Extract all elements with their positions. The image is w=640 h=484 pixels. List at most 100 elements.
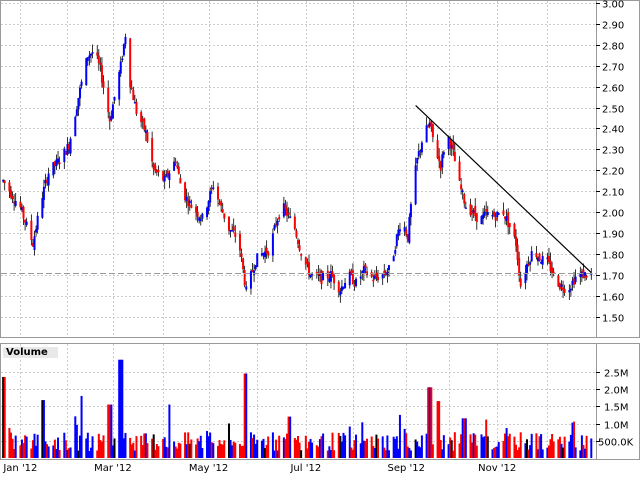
price-bar <box>256 253 259 267</box>
price-bar <box>42 186 45 200</box>
volume-bar <box>398 414 401 458</box>
volume-tick-label: 2.0M <box>604 386 629 397</box>
volume-bar <box>508 433 511 458</box>
price-bar <box>295 230 298 238</box>
volume-bar <box>234 442 237 458</box>
price-bar <box>154 165 157 171</box>
price-bar <box>122 44 125 56</box>
price-bar <box>143 118 146 131</box>
price-bar <box>563 288 566 293</box>
price-bar <box>453 151 456 162</box>
price-bar <box>519 278 522 287</box>
price-bar <box>86 57 89 61</box>
price-bar <box>75 109 78 116</box>
price-bar <box>569 288 572 291</box>
price-bar <box>11 196 14 200</box>
volume-bar <box>113 438 116 458</box>
price-tick-label: 2.40 <box>602 125 624 136</box>
volume-bar <box>212 443 215 458</box>
price-bar <box>58 162 61 164</box>
price-bar <box>174 161 177 164</box>
volume-bar <box>530 433 533 458</box>
price-bar <box>460 184 463 190</box>
price-bar <box>409 204 412 218</box>
volume-bar <box>201 448 204 458</box>
volume-bar <box>256 439 259 458</box>
volume-bar <box>453 432 456 458</box>
price-bar <box>344 282 347 289</box>
price-tick-label: 2.70 <box>602 63 624 74</box>
volume-bar <box>47 446 50 458</box>
price-bar <box>494 217 497 221</box>
volume-bar <box>376 438 379 458</box>
volume-bar <box>366 438 369 458</box>
x-tick-label: Jul '12 <box>289 463 321 474</box>
price-tick-label: 2.60 <box>602 84 624 95</box>
price-bar <box>132 89 135 100</box>
price-bar <box>436 140 439 159</box>
price-bar <box>297 240 299 244</box>
volume-bar <box>563 436 566 458</box>
volume-bar <box>179 443 182 458</box>
price-bar <box>135 101 138 115</box>
price-bar <box>293 216 296 230</box>
price-bar <box>47 173 50 186</box>
volume-bar <box>157 446 160 458</box>
price-bar <box>276 220 279 226</box>
price-bar <box>14 201 17 206</box>
price-tick-label: 2.10 <box>602 188 624 199</box>
x-tick-label: Jan '12 <box>2 463 37 474</box>
price-tick-label: 1.70 <box>602 272 624 283</box>
price-bar <box>78 87 81 99</box>
price-tick-label: 2.80 <box>602 42 624 53</box>
volume-bar <box>590 438 593 458</box>
price-bar <box>560 284 563 287</box>
price-bar <box>485 209 488 212</box>
price-bar <box>381 274 384 279</box>
price-bar <box>392 256 395 262</box>
price-bar <box>322 273 325 281</box>
price-bar <box>196 211 199 217</box>
volume-bar <box>344 435 347 458</box>
price-bar <box>80 81 83 86</box>
price-bar <box>69 138 72 154</box>
price-bar <box>387 265 390 270</box>
price-bar <box>30 220 33 240</box>
price-bar <box>552 271 555 274</box>
price-bar <box>364 264 367 268</box>
price-bar <box>130 87 133 90</box>
price-bar <box>541 255 544 265</box>
price-bar <box>63 148 66 163</box>
price-bar <box>287 212 290 215</box>
volume-bar <box>190 439 193 458</box>
price-bar <box>107 87 110 113</box>
price-bar <box>469 204 472 216</box>
volume-tick-label: 500.0K <box>598 438 634 449</box>
price-bar <box>420 142 423 153</box>
price-bar <box>372 279 375 282</box>
price-bar <box>278 217 281 220</box>
price-bar <box>201 213 204 219</box>
price-bar <box>88 55 91 58</box>
price-bar <box>284 204 287 209</box>
price-bar <box>85 58 88 86</box>
price-tick-label: 2.20 <box>602 167 624 178</box>
chart-canvas: 1.50 1.60 1.70 1.80 1.90 2.00 2.10 2.20 2.30 2.40… <box>0 0 640 474</box>
volume-bar <box>300 450 303 458</box>
price-bar <box>57 158 60 163</box>
price-bar <box>124 36 127 45</box>
volume-bar <box>3 376 6 458</box>
volume-bar <box>409 450 412 458</box>
price-bar <box>177 166 180 174</box>
price-bar <box>33 236 36 251</box>
price-bar <box>463 194 466 204</box>
price-bar <box>212 187 215 189</box>
volume-bar <box>223 440 226 458</box>
price-bar <box>97 55 100 64</box>
price-bar <box>188 200 191 204</box>
volume-bar <box>25 436 28 458</box>
price-bar <box>395 234 398 247</box>
price-bar <box>461 190 464 192</box>
price-bar <box>25 221 28 225</box>
price-bar <box>464 207 467 209</box>
